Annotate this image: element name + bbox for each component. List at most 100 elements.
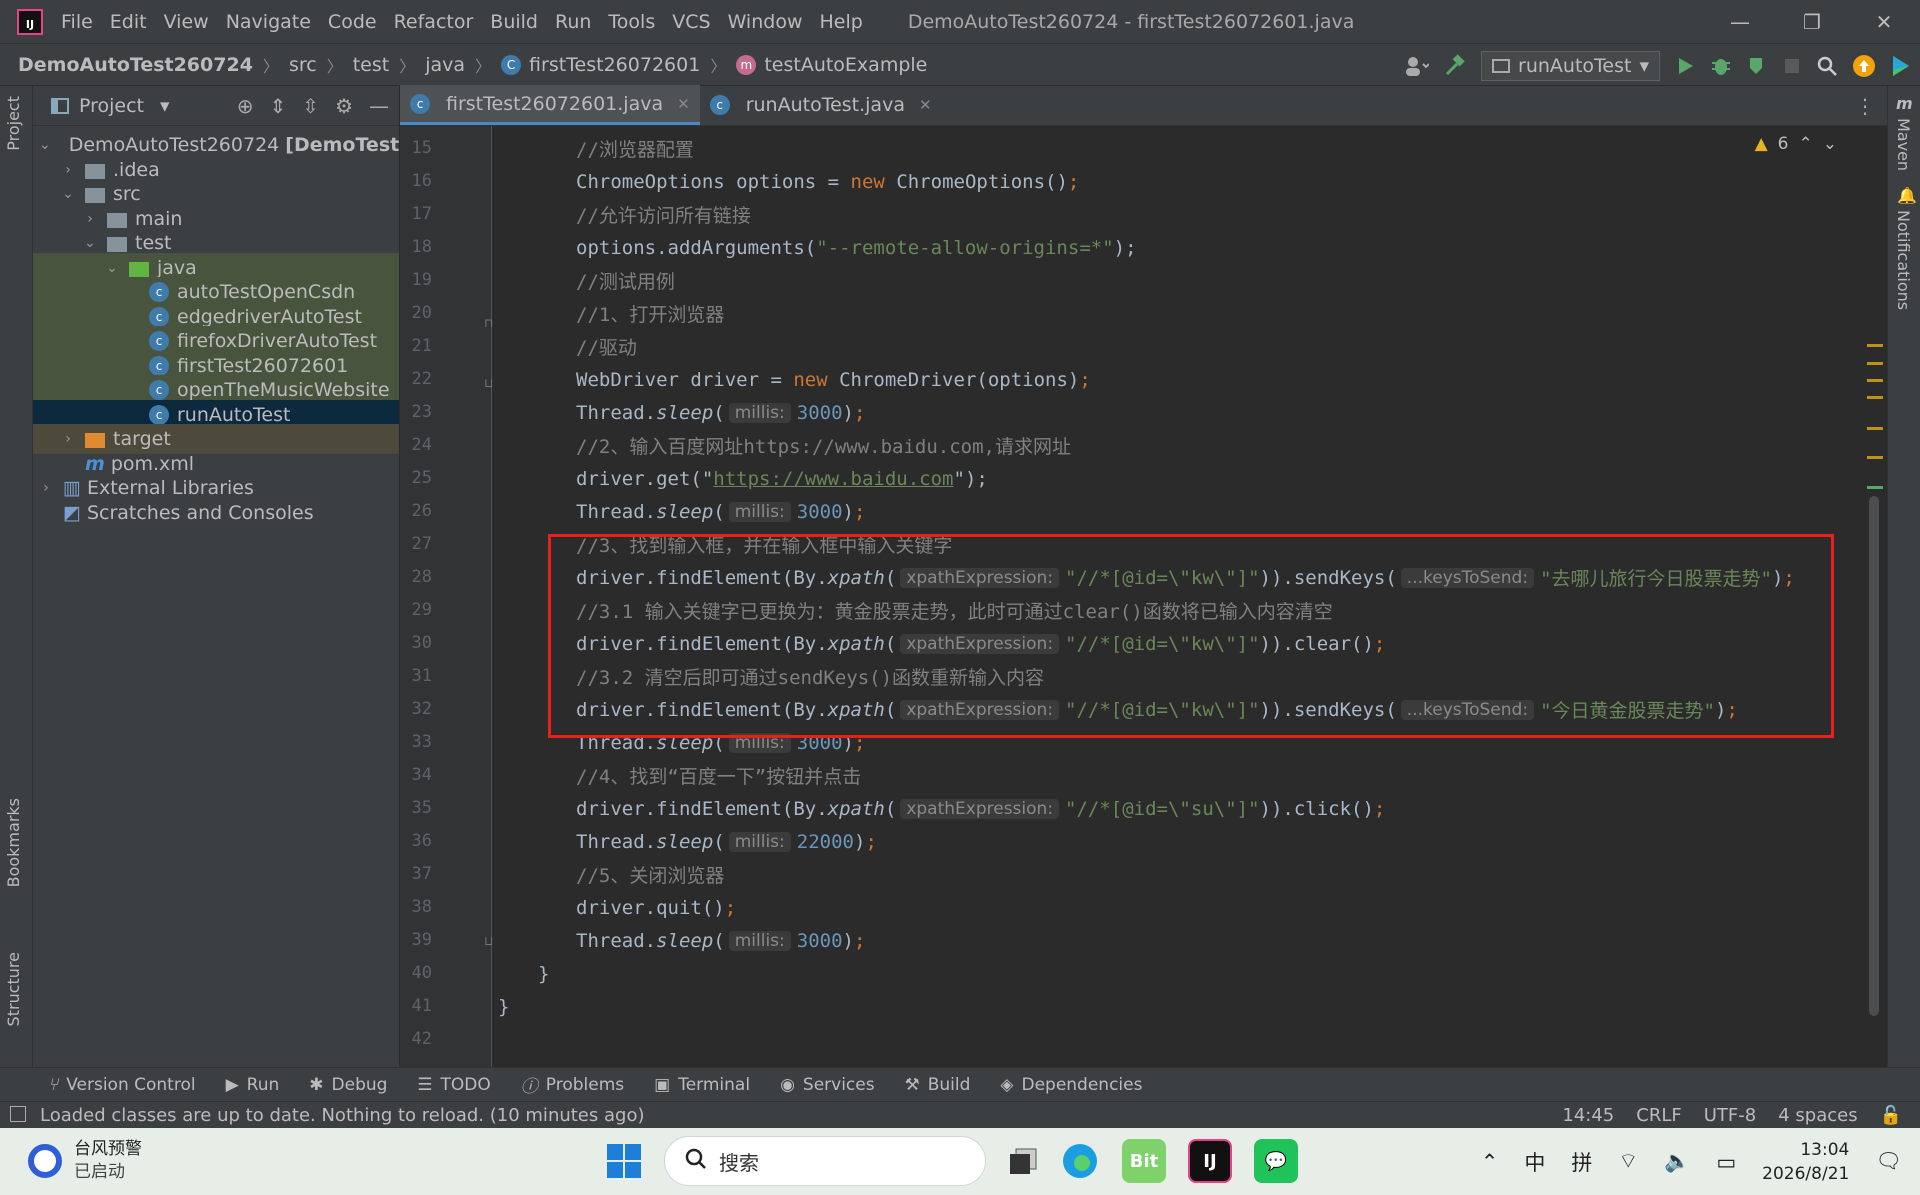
breadcrumb-class[interactable]: CfirstTest26072601 [501,54,700,76]
tree-item-scratches[interactable]: ◩ Scratches and Consoles [33,498,399,528]
tool-todo[interactable]: ☰ TODO [417,1075,490,1095]
tool-services[interactable]: ◉ Services [780,1075,875,1095]
chevron-down-icon[interactable]: ⌄ [105,260,119,276]
intellij-app-icon[interactable]: IJ [1188,1139,1232,1183]
breadcrumb-src[interactable]: src [289,54,317,76]
close-button[interactable]: ✕ [1848,0,1920,43]
hide-icon[interactable]: — [369,94,389,118]
tool-version-control[interactable]: ⑂ Version Control [48,1075,196,1095]
chevron-down-icon[interactable]: ⌄ [39,137,51,153]
locate-icon[interactable]: ⊕ [237,94,254,118]
ime-language[interactable]: 中 [1524,1147,1545,1177]
jetbrains-ai-icon[interactable] [1890,54,1912,78]
breadcrumb-test[interactable]: test [353,54,390,76]
warning-marker[interactable] [1867,344,1883,347]
intellij-logo-icon[interactable]: IJ [17,8,43,35]
edge-browser-icon[interactable] [1060,1141,1100,1181]
warning-marker[interactable] [1867,427,1883,430]
volume-icon[interactable]: 🔈 [1664,1149,1690,1174]
tool-dependencies[interactable]: ◈ Dependencies [1000,1075,1142,1095]
run-icon[interactable] [1674,55,1696,77]
tool-build[interactable]: ⚒ Build [905,1075,971,1095]
warning-marker[interactable] [1867,362,1883,365]
windows-start-icon[interactable] [606,1143,642,1179]
tool-run[interactable]: ▶ Run [226,1075,280,1095]
breadcrumb-method[interactable]: m testAutoExample [736,54,927,76]
tab-runautotest[interactable]: c runAutoTest.java ✕ [700,85,942,125]
chevron-right-icon[interactable]: › [61,431,75,447]
menu-file[interactable]: File [61,11,93,33]
inspection-widget[interactable]: ▲ 6 ⌃ ⌄ [1755,134,1837,154]
chevron-right-icon[interactable]: › [39,480,53,496]
warning-marker[interactable] [1867,379,1883,382]
weather-widget[interactable]: 台风预警 已启动 [28,1138,142,1184]
coverage-icon[interactable] [1746,55,1768,77]
menu-build[interactable]: Build [490,11,538,33]
menu-window[interactable]: Window [728,11,803,33]
tool-terminal[interactable]: ▣ Terminal [654,1075,750,1095]
chevron-right-icon[interactable]: › [61,162,75,178]
file-encoding[interactable]: UTF-8 [1704,1105,1756,1126]
chevron-down-icon[interactable]: ⌄ [61,186,75,202]
menu-view[interactable]: View [164,11,209,33]
user-icon[interactable] [1403,55,1430,77]
update-icon[interactable] [1852,54,1876,78]
line-separator[interactable]: CRLF [1636,1105,1681,1126]
debug-icon[interactable] [1710,55,1732,77]
expand-all-icon[interactable]: ⇕ [270,94,287,118]
taskbar-search[interactable]: 搜索 [664,1136,986,1186]
bookmarks-tool-tab[interactable]: Bookmarks [4,798,23,887]
chevron-up-icon[interactable]: ⌃ [1481,1150,1499,1174]
chevron-down-icon[interactable]: ⌄ [83,235,97,251]
clock[interactable]: 13:04 2026/8/21 [1762,1138,1849,1186]
menu-refactor[interactable]: Refactor [394,11,474,33]
ime-mode[interactable]: 拼 [1571,1147,1592,1177]
close-icon[interactable]: ✕ [919,96,932,114]
project-view-selector[interactable]: Project [79,95,144,117]
tab-firsttest[interactable]: c firstTest26072601.java ✕ [400,85,700,125]
vertical-scrollbar[interactable] [1863,126,1887,1067]
chevron-right-icon[interactable]: › [83,211,97,227]
hammer-build-icon[interactable] [1443,53,1467,78]
chevron-down-icon[interactable]: ⌄ [1823,134,1837,154]
menu-help[interactable]: Help [819,11,862,33]
chevron-down-icon[interactable]: ▾ [160,95,170,117]
code-area[interactable]: //浏览器配置 ChromeOptions options = new Chro… [492,126,1863,1067]
maven-tool-tab[interactable]: Maven [1894,118,1913,171]
lock-icon[interactable]: 🔓 [1880,1105,1902,1126]
more-icon[interactable]: ⋮ [1855,94,1875,118]
close-icon[interactable]: ✕ [677,95,690,113]
structure-tool-tab[interactable]: Structure [4,952,23,1026]
status-panel-icon[interactable] [10,1106,26,1122]
search-icon[interactable] [1816,55,1838,77]
project-tool-tab[interactable]: Project [4,96,23,151]
bitdance-app-icon[interactable]: Bit [1122,1139,1166,1183]
breadcrumb-project[interactable]: DemoAutoTest260724 [18,54,253,76]
notification-icon[interactable]: 🗨 [1875,1149,1902,1174]
chevron-up-icon[interactable]: ⌃ [1799,134,1813,154]
stop-icon[interactable] [1782,56,1802,76]
warning-marker[interactable] [1867,396,1883,399]
menu-code[interactable]: Code [328,11,377,33]
change-marker[interactable] [1867,486,1883,489]
wifi-icon[interactable]: ⌔ [1618,1149,1638,1175]
minimize-button[interactable]: — [1704,0,1776,43]
status-message[interactable]: Loaded classes are up to date. Nothing t… [40,1105,644,1126]
menu-run[interactable]: Run [555,11,591,33]
menu-edit[interactable]: Edit [110,11,147,33]
breadcrumb-java[interactable]: java [425,54,465,76]
run-configuration-select[interactable]: runAutoTest ▾ [1481,50,1660,81]
battery-icon[interactable]: ▭ [1716,1150,1736,1174]
collapse-all-icon[interactable]: ⇳ [302,94,319,118]
caret-position[interactable]: 14:45 [1562,1105,1614,1126]
menu-navigate[interactable]: Navigate [226,11,311,33]
menu-tools[interactable]: Tools [608,11,655,33]
gear-icon[interactable]: ⚙ [335,94,353,118]
restore-button[interactable]: ❐ [1776,0,1848,43]
menu-vcs[interactable]: VCS [672,11,710,33]
warning-marker[interactable] [1867,456,1883,459]
task-view-icon[interactable] [1008,1146,1038,1176]
tool-debug[interactable]: ✱ Debug [309,1075,387,1095]
wechat-app-icon[interactable]: 💬 [1254,1139,1298,1183]
tool-problems[interactable]: ⓘ Problems [521,1072,624,1098]
